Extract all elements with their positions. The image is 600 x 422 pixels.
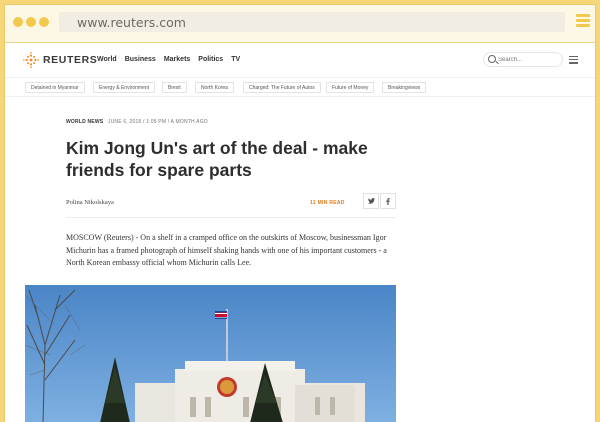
topic-brexit[interactable]: Brexit [162, 82, 187, 93]
search-box[interactable] [483, 52, 563, 67]
article-photo[interactable] [25, 285, 396, 422]
article-lede: MOSCOW (Reuters) - On a shelf in a cramp… [66, 233, 387, 267]
article: WORLD NEWS JUNE 6, 2018 / 1:05 PM / A MO… [66, 119, 396, 270]
nav-item-world[interactable]: World [97, 56, 117, 63]
reuters-logo-icon[interactable] [23, 52, 39, 68]
article-title: Kim Jong Un's art of the deal - make fri… [66, 138, 368, 180]
site-header: REUTERS World Business Markets Politics … [5, 43, 595, 77]
browser-menu-icon[interactable] [576, 14, 590, 28]
nav-item-tv[interactable]: TV [231, 56, 240, 63]
topic-north-korea[interactable]: North Korea [195, 82, 234, 93]
brand-name[interactable]: REUTERS [43, 54, 97, 66]
topic-breakingviews[interactable]: Breakingviews [382, 82, 427, 93]
topic-future-of-money[interactable]: Future of Money [326, 82, 375, 93]
article-dateline: JUNE 6, 2018 / 1:05 PM / A MONTH AGO [107, 119, 208, 125]
facebook-icon[interactable] [380, 193, 396, 209]
embassy-building-image [25, 285, 396, 422]
topic-energy-environment[interactable]: Energy & Environment [93, 82, 156, 93]
topic-detained-in-myanmar[interactable]: Detained in Myanmar [25, 82, 85, 93]
window-dot-icon[interactable] [26, 17, 36, 27]
nav-item-markets[interactable]: Markets [164, 56, 190, 63]
search-icon[interactable] [488, 55, 496, 63]
address-bar[interactable]: www.reuters.com [59, 12, 565, 32]
browser-chrome: www.reuters.com [5, 5, 595, 43]
browser-window: www.reuters.com REUTERS World Business M… [4, 4, 596, 422]
hamburger-menu-icon[interactable] [569, 56, 578, 66]
read-time: 11 MIN READ [310, 200, 345, 206]
window-dot-icon[interactable] [13, 17, 23, 27]
topic-bar: Detained in Myanmar Energy & Environment… [5, 77, 595, 97]
article-author[interactable]: Polina Nikolskaya [66, 199, 114, 206]
article-category[interactable]: WORLD NEWS [66, 119, 103, 125]
topic-charged-autos[interactable]: Charged: The Future of Autos [243, 82, 321, 93]
search-input[interactable] [498, 54, 560, 65]
main-nav: World Business Markets Politics TV [97, 56, 240, 63]
nav-item-business[interactable]: Business [125, 56, 156, 63]
byline-row: Polina Nikolskaya 11 MIN READ [66, 193, 396, 218]
article-meta: WORLD NEWS JUNE 6, 2018 / 1:05 PM / A MO… [66, 119, 396, 125]
window-dot-icon[interactable] [39, 17, 49, 27]
url-text: www.reuters.com [77, 15, 186, 30]
twitter-icon[interactable] [363, 193, 379, 209]
nav-item-politics[interactable]: Politics [198, 56, 223, 63]
